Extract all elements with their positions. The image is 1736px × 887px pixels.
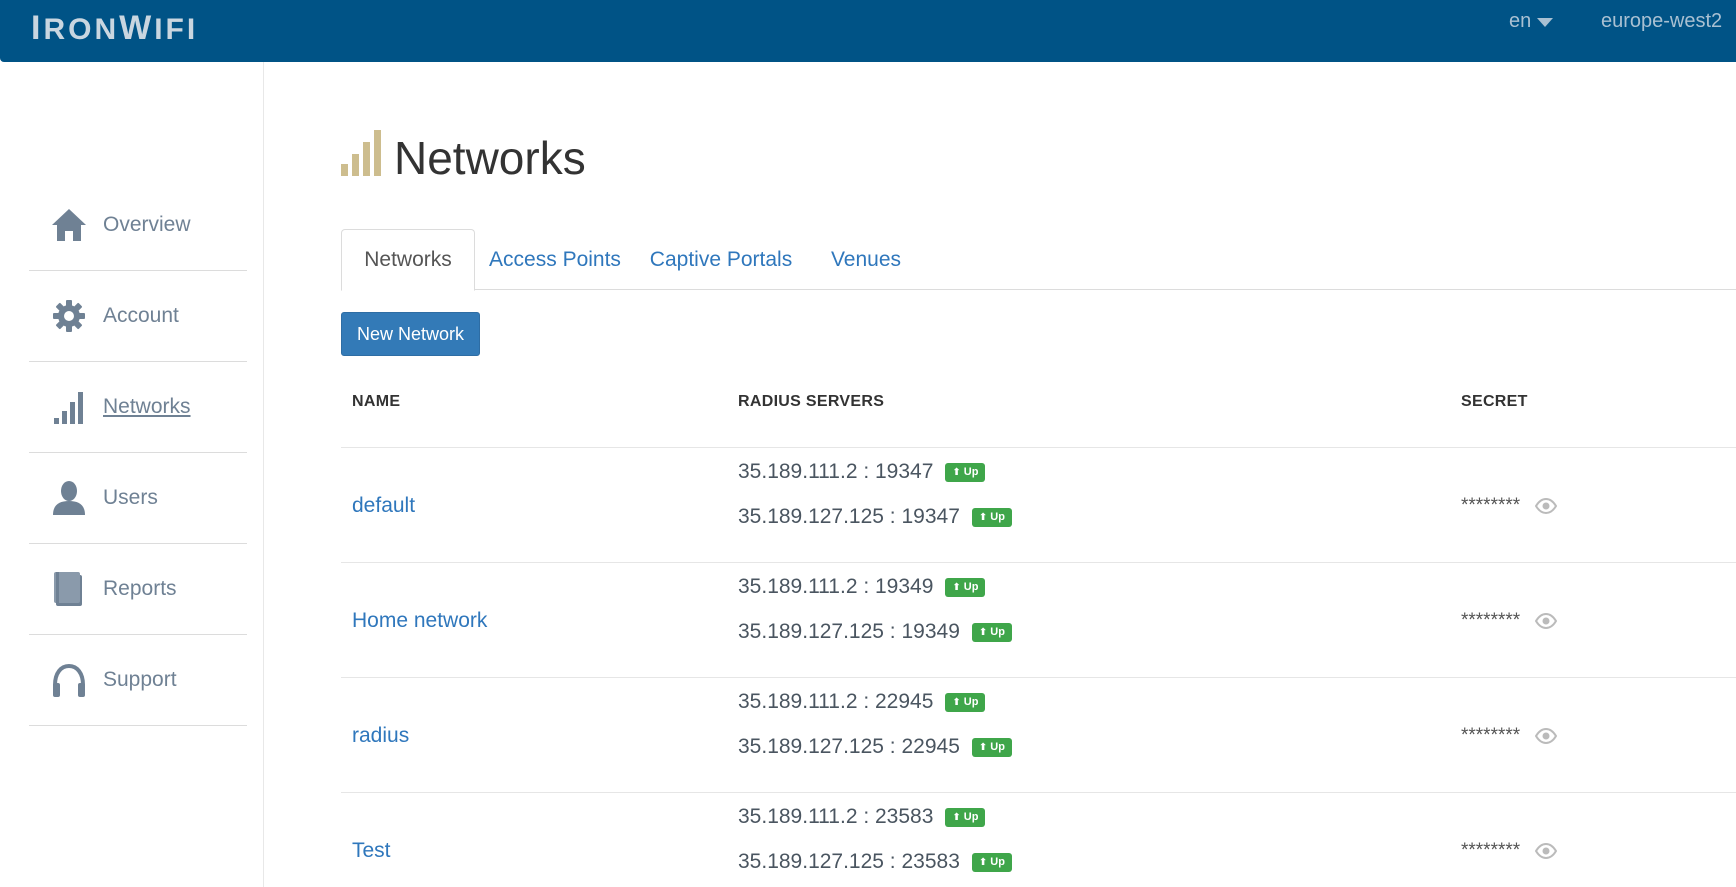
sidebar-item-label: Users <box>103 486 158 509</box>
book-icon <box>49 569 89 609</box>
sidebar-item-label: Support <box>103 668 177 691</box>
radius-server-address: 35.189.111.2 : 23583 <box>738 805 934 828</box>
sidebar-item-label: Networks <box>103 395 191 418</box>
ironwifi-logo[interactable]: IRONWIFI <box>31 9 198 48</box>
status-badge: ⬆ Up <box>971 852 1012 872</box>
region-selector[interactable]: europe-west2 <box>1601 10 1722 33</box>
arrow-up-icon: ⬆ <box>978 626 988 638</box>
sidebar-item-account[interactable]: Account <box>29 271 247 362</box>
secret-cell: ******** <box>1461 448 1558 563</box>
new-network-button[interactable]: New Network <box>341 312 480 356</box>
network-name-link[interactable]: Test <box>352 793 391 887</box>
tab-captive-portals[interactable]: Captive Portals <box>635 229 807 290</box>
headphones-icon <box>49 660 89 700</box>
page-title: Networks <box>394 132 586 184</box>
language-dropdown[interactable]: en <box>1509 10 1554 33</box>
radius-server: 35.189.111.2 : 23583 ⬆ Up <box>738 805 986 829</box>
radius-server-address: 35.189.127.125 : 23583 <box>738 850 960 873</box>
column-header-name: NAME <box>352 393 401 410</box>
status-badge: ⬆ Up <box>971 737 1012 757</box>
caret-down-icon <box>1537 18 1554 27</box>
gear-icon <box>49 296 89 336</box>
secret-value: ******** <box>1461 609 1521 631</box>
arrow-up-icon: ⬆ <box>952 696 961 708</box>
user-icon <box>49 478 89 518</box>
sidebar-item-label: Reports <box>103 577 177 600</box>
tab-networks[interactable]: Networks <box>341 229 475 291</box>
table-row: default 35.189.111.2 : 19347 ⬆ Up 35.189.… <box>341 447 1736 562</box>
radius-server: 35.189.127.125 : 22945 ⬆ Up <box>738 735 1012 759</box>
sidebar-item-label: Overview <box>103 213 191 236</box>
network-name-link[interactable]: default <box>352 448 415 563</box>
language-label: en <box>1509 10 1532 32</box>
arrow-up-icon: ⬆ <box>978 856 988 868</box>
sidebar-item-support[interactable]: Support <box>29 635 247 726</box>
sidebar-item-overview[interactable]: Overview <box>29 180 247 271</box>
signal-bars-icon <box>49 387 89 427</box>
status-badge: ⬆ Up <box>945 462 986 482</box>
tab-venues[interactable]: Venues <box>807 229 925 290</box>
secret-value: ******** <box>1461 724 1521 746</box>
arrow-up-icon: ⬆ <box>978 511 988 523</box>
secret-value: ******** <box>1461 494 1521 516</box>
status-badge: ⬆ Up <box>945 692 986 712</box>
status-badge: ⬆ Up <box>945 807 986 827</box>
arrow-up-icon: ⬆ <box>952 811 961 823</box>
secret-cell: ******** <box>1461 563 1558 678</box>
tab-access-points[interactable]: Access Points <box>475 229 635 290</box>
arrow-up-icon: ⬆ <box>978 741 988 753</box>
secret-cell: ******** <box>1461 678 1558 793</box>
sidebar-item-reports[interactable]: Reports <box>29 544 247 635</box>
radius-server-address: 35.189.127.125 : 19349 <box>738 620 960 643</box>
home-icon <box>49 205 89 245</box>
eye-icon[interactable] <box>1535 727 1558 744</box>
table-row: Home network 35.189.111.2 : 19349 ⬆ Up 35… <box>341 562 1736 677</box>
column-header-secret: SECRET <box>1461 393 1528 410</box>
arrow-up-icon: ⬆ <box>952 581 961 593</box>
radius-server: 35.189.127.125 : 23583 ⬆ Up <box>738 850 1012 874</box>
network-name-link[interactable]: Home network <box>352 563 487 678</box>
tab-bar: Networks Access Points Captive Portals V… <box>341 229 1736 291</box>
radius-server: 35.189.127.125 : 19349 ⬆ Up <box>738 620 1012 644</box>
radius-server-address: 35.189.127.125 : 19347 <box>738 505 960 528</box>
page-header: Networks <box>341 128 586 181</box>
radius-server: 35.189.111.2 : 22945 ⬆ Up <box>738 690 986 714</box>
eye-icon[interactable] <box>1535 842 1558 859</box>
radius-server-address: 35.189.111.2 : 19347 <box>738 460 934 483</box>
arrow-up-icon: ⬆ <box>952 466 961 478</box>
radius-server: 35.189.111.2 : 19349 ⬆ Up <box>738 575 986 599</box>
sidebar-item-label: Account <box>103 304 179 327</box>
network-name-link[interactable]: radius <box>352 678 409 793</box>
radius-server: 35.189.127.125 : 19347 ⬆ Up <box>738 505 1012 529</box>
signal-bars-icon <box>341 128 381 176</box>
radius-server-address: 35.189.111.2 : 19349 <box>738 575 934 598</box>
table-row: radius 35.189.111.2 : 22945 ⬆ Up 35.189.1… <box>341 677 1736 792</box>
top-bar: IRONWIFI en europe-west2 <box>0 0 1736 62</box>
sidebar-item-networks[interactable]: Networks <box>29 362 247 453</box>
radius-server-address: 35.189.127.125 : 22945 <box>738 735 960 758</box>
status-badge: ⬆ Up <box>971 507 1012 527</box>
radius-server: 35.189.111.2 : 19347 ⬆ Up <box>738 460 986 484</box>
eye-icon[interactable] <box>1535 497 1558 514</box>
eye-icon[interactable] <box>1535 612 1558 629</box>
table-row: Test 35.189.111.2 : 23583 ⬆ Up 35.189.127… <box>341 792 1736 887</box>
status-badge: ⬆ Up <box>971 622 1012 642</box>
sidebar-item-users[interactable]: Users <box>29 453 247 544</box>
column-header-radius-servers: RADIUS SERVERS <box>738 393 885 410</box>
status-badge: ⬆ Up <box>945 577 986 597</box>
secret-value: ******** <box>1461 839 1521 861</box>
radius-server-address: 35.189.111.2 : 22945 <box>738 690 934 713</box>
secret-cell: ******** <box>1461 793 1558 887</box>
sidebar: Overview Account Networks Users Reports … <box>0 62 264 887</box>
